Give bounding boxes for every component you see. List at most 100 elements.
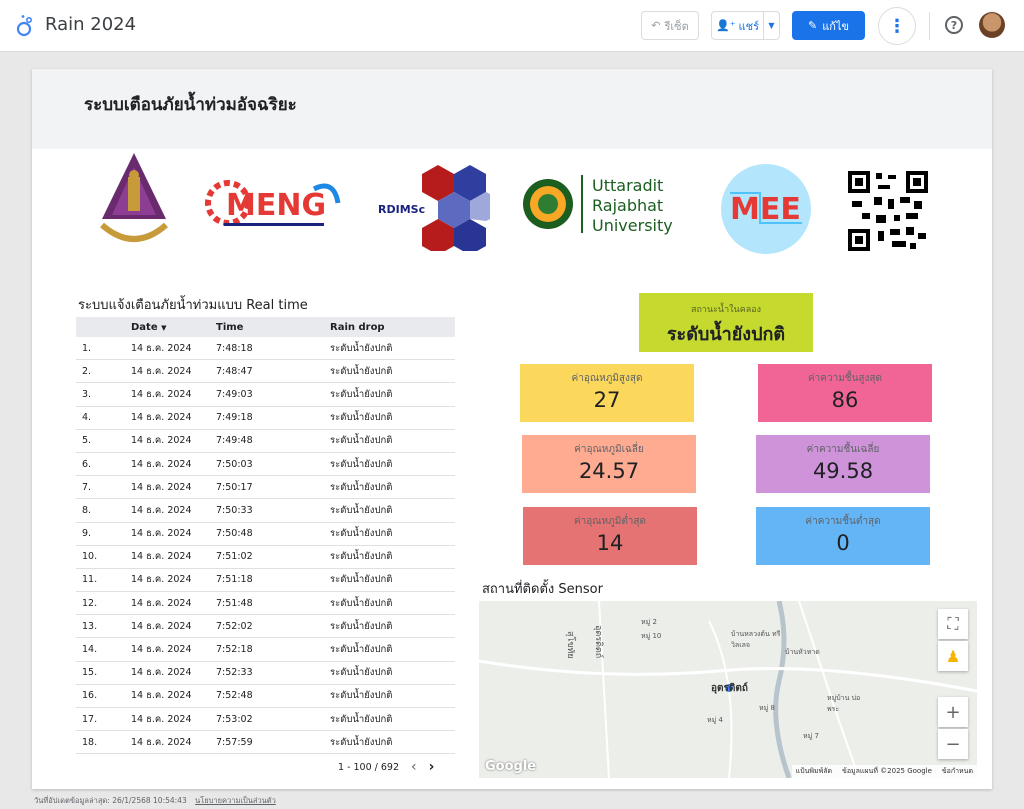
privacy-policy-link[interactable]: นโยบายความเป็นส่วนตัว — [195, 796, 276, 805]
column-header-rain[interactable]: Rain drop — [330, 322, 455, 333]
cell-time: 7:50:48 — [216, 528, 253, 540]
cell-n: 13. — [82, 620, 98, 632]
cell-rain: ระดับน้ำยังปกติ — [330, 458, 393, 470]
add-person-icon: 👤⁺ — [716, 19, 736, 32]
cell-date: 14 ธ.ค. 2024 — [131, 481, 192, 493]
svg-text:RDIMSc: RDIMSc — [378, 203, 425, 216]
table-row[interactable]: 4. 14 ธ.ค. 2024 7:49:18 ระดับน้ำยังปกติ — [76, 407, 455, 430]
qr-code-icon[interactable] — [848, 171, 928, 251]
logo-row: MENG RDIMSc Uttaradit Rajabhat Universit… — [32, 149, 992, 259]
table-row[interactable]: 10. 14 ธ.ค. 2024 7:51:02 ระดับน้ำยังปกติ — [76, 546, 455, 569]
table-row[interactable]: 14. 14 ธ.ค. 2024 7:52:18 ระดับน้ำยังปกติ — [76, 638, 455, 662]
cell-time: 7:52:18 — [216, 644, 253, 656]
cell-n: 8. — [82, 504, 92, 516]
cell-time: 7:48:18 — [216, 342, 253, 354]
cell-time: 7:52:48 — [216, 690, 253, 702]
cell-rain: ระดับน้ำยังปกติ — [330, 388, 393, 400]
cell-date: 14 ธ.ค. 2024 — [131, 667, 192, 679]
more-options-icon[interactable]: ⋮ — [878, 7, 916, 45]
report-canvas: ระบบเตือนภัยน้ำท่วมอัจฉริยะ MENG RDIMSc … — [32, 69, 992, 789]
cell-time: 7:57:59 — [216, 736, 253, 748]
cell-rain: ระดับน้ำยังปกติ — [330, 435, 393, 447]
table-row[interactable]: 3. 14 ธ.ค. 2024 7:49:03 ระดับน้ำยังปกติ — [76, 383, 455, 407]
sensor-map[interactable]: หมู่ 2 หมู่ 10 บ้านหลวงต้น ทรี วิลเลจ บ้… — [479, 601, 977, 778]
table-row[interactable]: 18. 14 ธ.ค. 2024 7:57:59 ระดับน้ำยังปกติ — [76, 731, 455, 755]
avg-temperature-card: ค่าอุณหภูมิเฉลี่ย 24.57 — [522, 435, 696, 493]
share-dropdown-icon[interactable]: ▼ — [763, 12, 779, 39]
cell-date: 14 ธ.ค. 2024 — [131, 365, 192, 377]
next-page-icon[interactable]: › — [429, 759, 435, 775]
app-bar: Rain 2024 ↶ รีเซ็ต 👤⁺ แชร์ ▼ ✎ แก้ไข ⋮ ? — [0, 0, 1024, 52]
table-row[interactable]: 2. 14 ธ.ค. 2024 7:48:47 ระดับน้ำยังปกติ — [76, 360, 455, 384]
street-view-pegman-icon[interactable]: ♟ — [938, 641, 968, 671]
svg-text:MENG: MENG — [226, 188, 326, 223]
last-updated-text: วันที่อัปเดตข้อมูลล่าสุด: 26/1/2568 10:5… — [34, 796, 187, 805]
pager-range: 1 - 100 / 692 — [338, 761, 400, 773]
cell-n: 2. — [82, 365, 92, 377]
zoom-in-icon[interactable]: + — [938, 697, 968, 727]
table-row[interactable]: 1. 14 ธ.ค. 2024 7:48:18 ระดับน้ำยังปกติ — [76, 337, 455, 361]
cell-rain: ระดับน้ำยังปกติ — [330, 481, 393, 493]
table-row[interactable]: 6. 14 ธ.ค. 2024 7:50:03 ระดับน้ำยังปกติ — [76, 453, 455, 477]
sort-desc-icon: ▼ — [161, 323, 167, 332]
cell-date: 14 ธ.ค. 2024 — [131, 736, 192, 748]
data-table: Date ▼ Time Rain drop 1. 14 ธ.ค. 2024 7:48… — [76, 317, 455, 755]
cell-n: 16. — [82, 690, 98, 702]
table-row[interactable]: 11. 14 ธ.ค. 2024 7:51:18 ระดับน้ำยังปกติ — [76, 569, 455, 593]
cell-n: 15. — [82, 667, 98, 679]
page-footer: วันที่อัปเดตข้อมูลล่าสุด: 26/1/2568 10:5… — [34, 795, 276, 807]
table-header: Date ▼ Time Rain drop — [76, 317, 455, 337]
table-row[interactable]: 17. 14 ธ.ค. 2024 7:53:02 ระดับน้ำยังปกติ — [76, 708, 455, 732]
water-status-label: สถานะน้ำในคลอง — [690, 305, 762, 315]
keyboard-shortcuts-link[interactable]: แป้นพิมพ์ลัด — [796, 766, 832, 777]
cell-rain: ระดับน้ำยังปกติ — [330, 342, 393, 354]
table-row[interactable]: 12. 14 ธ.ค. 2024 7:51:48 ระดับน้ำยังปกติ — [76, 592, 455, 616]
cell-time: 7:51:02 — [216, 551, 253, 563]
cell-n: 12. — [82, 597, 98, 609]
column-header-date[interactable]: Date ▼ — [131, 322, 216, 333]
reset-button[interactable]: ↶ รีเซ็ต — [641, 11, 699, 40]
cell-date: 14 ธ.ค. 2024 — [131, 597, 192, 609]
google-logo: Google — [485, 759, 537, 774]
cell-date: 14 ธ.ค. 2024 — [131, 620, 192, 632]
edit-button[interactable]: ✎ แก้ไข — [792, 11, 865, 40]
looker-studio-logo-icon — [16, 15, 33, 37]
help-icon[interactable]: ? — [945, 16, 963, 34]
cell-rain: ระดับน้ำยังปกติ — [330, 551, 393, 563]
app-title: Rain 2024 — [45, 14, 137, 35]
fullscreen-icon[interactable]: ⛶ — [938, 609, 968, 639]
svg-text:University: University — [592, 216, 673, 235]
table-pager: 1 - 100 / 692 ‹ › — [338, 759, 434, 775]
cell-n: 11. — [82, 574, 98, 586]
rdimsc-logo: RDIMSc — [378, 161, 490, 255]
table-row[interactable]: 7. 14 ธ.ค. 2024 7:50:17 ระดับน้ำยังปกติ — [76, 476, 455, 500]
table-row[interactable]: 9. 14 ธ.ค. 2024 7:50:48 ระดับน้ำยังปกติ — [76, 523, 455, 546]
cell-date: 14 ธ.ค. 2024 — [131, 435, 192, 447]
cell-rain: ระดับน้ำยังปกติ — [330, 620, 393, 632]
column-header-time[interactable]: Time — [216, 322, 330, 333]
share-button[interactable]: 👤⁺ แชร์ ▼ — [711, 11, 780, 40]
cell-time: 7:51:18 — [216, 574, 253, 586]
cell-date: 14 ธ.ค. 2024 — [131, 458, 192, 470]
table-row[interactable]: 16. 14 ธ.ค. 2024 7:52:48 ระดับน้ำยังปกติ — [76, 685, 455, 708]
cell-date: 14 ธ.ค. 2024 — [131, 528, 192, 540]
cell-date: 14 ธ.ค. 2024 — [131, 644, 192, 656]
cell-time: 7:48:47 — [216, 365, 253, 377]
cell-n: 10. — [82, 551, 98, 563]
table-row[interactable]: 15. 14 ธ.ค. 2024 7:52:33 ระดับน้ำยังปกติ — [76, 662, 455, 685]
avatar[interactable] — [979, 12, 1005, 38]
cell-date: 14 ธ.ค. 2024 — [131, 713, 192, 725]
prev-page-icon[interactable]: ‹ — [411, 759, 417, 775]
min-temperature-card: ค่าอุณหภูมิต่ำสุด 14 — [523, 507, 697, 565]
zoom-out-icon[interactable]: − — [938, 729, 968, 759]
cell-time: 7:53:02 — [216, 713, 253, 725]
avg-humidity-card: ค่าความชื้นเฉลี่ย 49.58 — [756, 435, 930, 493]
table-row[interactable]: 5. 14 ธ.ค. 2024 7:49:48 ระดับน้ำยังปกติ — [76, 430, 455, 453]
table-row[interactable]: 13. 14 ธ.ค. 2024 7:52:02 ระดับน้ำยังปกติ — [76, 615, 455, 639]
terms-link[interactable]: ข้อกำหนด — [942, 766, 973, 777]
cell-rain: ระดับน้ำยังปกติ — [330, 365, 393, 377]
cell-time: 7:49:03 — [216, 388, 253, 400]
table-row[interactable]: 8. 14 ธ.ค. 2024 7:50:33 ระดับน้ำยังปกติ — [76, 499, 455, 523]
map-attribution: แป้นพิมพ์ลัด ข้อมูลแผนที่ ©2025 Google ข… — [791, 765, 977, 778]
cell-date: 14 ธ.ค. 2024 — [131, 551, 192, 563]
